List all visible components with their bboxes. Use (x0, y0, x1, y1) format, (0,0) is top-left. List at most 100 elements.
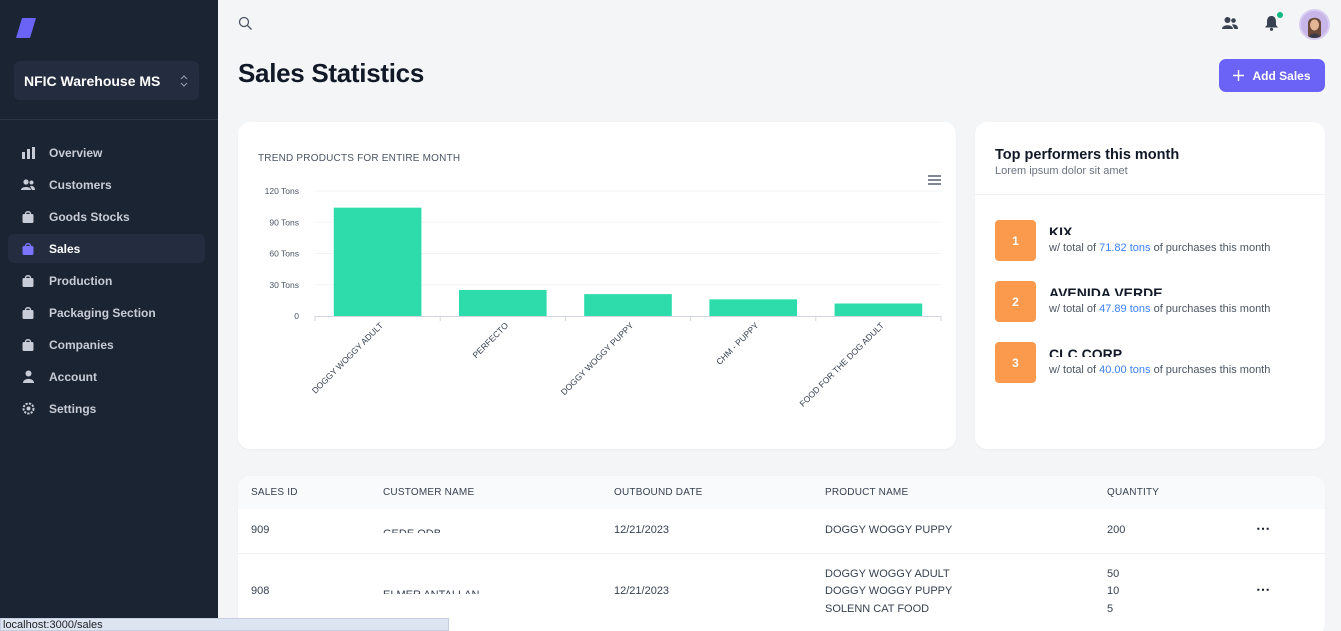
add-sales-button[interactable]: Add Sales (1219, 59, 1325, 92)
x-tick-label: DOGGY WOGGY PUPPY (559, 320, 636, 397)
product-name-cell: DOGGY WOGGY PUPPY (825, 585, 953, 597)
quantity-cell: 200 (1107, 524, 1126, 536)
plus-icon (1233, 70, 1245, 81)
sidebar-nav: Overview Customers Goods Stocks Sales Pr… (8, 138, 205, 426)
sidebar-item-label: Packaging Section (49, 305, 156, 320)
gear-icon (21, 402, 35, 416)
sidebar-item-label: Customers (49, 177, 112, 192)
bell-icon[interactable] (1264, 15, 1279, 31)
sidebar-item-settings[interactable]: Settings (8, 394, 205, 423)
avatar-image (1301, 11, 1328, 38)
y-tick-label: 60 Tons (269, 249, 299, 259)
page-title: Sales Statistics (238, 58, 424, 88)
sales-id-cell: 909 (251, 524, 270, 536)
trend-chart-card: TREND PRODUCTS FOR ENTIRE MONTH 0 30 Tons… (238, 122, 956, 449)
sidebar-item-label: Production (49, 273, 113, 288)
performer-amount: 71.82 tons (1099, 242, 1151, 254)
sidebar-item-label: Goods Stocks (49, 209, 130, 224)
add-sales-label: Add Sales (1252, 68, 1311, 83)
sidebar-item-production[interactable]: Production (8, 266, 205, 295)
y-tick-label: 30 Tons (269, 280, 299, 290)
search-icon[interactable] (238, 16, 253, 31)
sidebar-item-label: Overview (49, 145, 103, 160)
performer-amount: 47.89 tons (1099, 303, 1151, 315)
sidebar-item-label: Sales (49, 241, 81, 256)
top-performers-card: Top performers this month Lorem ipsum do… (975, 122, 1325, 449)
column-header-outbound-date[interactable]: OUTBOUND DATE (614, 487, 703, 498)
sidebar-item-customers[interactable]: Customers (8, 170, 205, 199)
performer-name: CLC CORP (1049, 346, 1123, 357)
sales-id-cell: 908 (251, 585, 270, 597)
bar-chart: 0 30 Tons 60 Tons 90 Tons 120 Tons DOGGY WOGG… (265, 186, 942, 409)
browser-status-url: localhost:3000/sales (0, 618, 449, 631)
bar[interactable] (584, 294, 672, 316)
row-actions-menu-icon[interactable]: ⋯ (1256, 581, 1271, 598)
x-tick-label: DOGGY WOGGY ADULT (310, 320, 385, 395)
bag-icon (21, 338, 35, 352)
performer-suffix: of purchases this month (1150, 364, 1271, 376)
sidebar-item-account[interactable]: Account (8, 362, 205, 391)
sidebar-item-label: Account (49, 369, 97, 384)
y-tick-label: 90 Tons (269, 217, 299, 227)
sales-table: SALES ID CUSTOMER NAME OUTBOUND DATE PRO… (238, 476, 1325, 631)
bag-icon (21, 242, 35, 256)
table-header: SALES ID CUSTOMER NAME OUTBOUND DATE PRO… (238, 476, 1325, 509)
quantity-cell: 5 (1107, 603, 1114, 615)
bar[interactable] (333, 207, 422, 316)
bar-chart-icon (21, 146, 35, 160)
column-header-sales-id[interactable]: SALES ID (251, 487, 298, 498)
x-tick-label: CHM - PUPPY (714, 320, 761, 367)
product-name-cell: SOLENN CAT FOOD (825, 603, 930, 615)
performers-subtitle: Lorem ipsum dolor sit amet (995, 165, 1128, 177)
performer-prefix: w/ total of (1049, 242, 1100, 254)
sidebar-item-overview[interactable]: Overview (8, 138, 205, 167)
bar[interactable] (709, 299, 798, 316)
bag-icon (21, 210, 35, 224)
performer-description: w/ total of 40.00 tons of purchases this… (1049, 364, 1270, 376)
sidebar-item-label: Settings (49, 401, 97, 416)
workspace-name: NFIC Warehouse MS (24, 72, 161, 89)
rank-badge: 3 (995, 342, 1036, 383)
users-icon[interactable] (1222, 16, 1238, 30)
row-divider (238, 553, 1325, 554)
chevron-updown-icon (180, 74, 188, 87)
performer-prefix: w/ total of (1049, 303, 1100, 315)
performer-prefix: w/ total of (1049, 364, 1100, 376)
sidebar-item-companies[interactable]: Companies (8, 330, 205, 359)
sidebar-divider (0, 119, 218, 120)
column-header-quantity[interactable]: QUANTITY (1107, 487, 1159, 498)
quantity-cell: 10 (1107, 585, 1120, 597)
row-actions-menu-icon[interactable]: ⋯ (1256, 520, 1271, 537)
workspace-select[interactable]: NFIC Warehouse MS (14, 61, 199, 100)
logo-icon[interactable] (16, 17, 36, 39)
product-name-cell: DOGGY WOGGY ADULT (825, 568, 950, 580)
performer-row[interactable]: 3 CLC CORP w/ total of 40.00 tons of pur… (995, 342, 1315, 384)
x-tick-label: FOOD FOR THE DOG ADULT (797, 320, 885, 408)
performer-suffix: of purchases this month (1150, 303, 1271, 315)
rank-badge: 1 (995, 220, 1036, 261)
column-header-product-name[interactable]: PRODUCT NAME (825, 487, 908, 498)
sidebar-item-goods-stocks[interactable]: Goods Stocks (8, 202, 205, 231)
sidebar: NFIC Warehouse MS Overview Customers Goo… (0, 0, 218, 631)
column-header-customer-name[interactable]: CUSTOMER NAME (383, 487, 474, 498)
performers-title: Top performers this month (995, 147, 1180, 163)
avatar[interactable] (1299, 9, 1330, 40)
x-tick-label: PERFECTO (471, 320, 511, 360)
user-icon (21, 370, 35, 384)
outbound-date-cell: 12/21/2023 (614, 524, 670, 536)
performer-row[interactable]: 2 AVENIDA VERDE w/ total of 47.89 tons o… (995, 281, 1315, 323)
performers-divider (975, 194, 1325, 195)
sidebar-item-packaging-section[interactable]: Packaging Section (8, 298, 205, 327)
performer-name: KIX (1049, 224, 1073, 235)
bar[interactable] (834, 303, 923, 317)
rank-badge: 2 (995, 281, 1036, 322)
customer-name-cell: ELMER ANTALLAN (383, 588, 479, 594)
performer-row[interactable]: 1 KIX w/ total of 71.82 tons of purchase… (995, 220, 1315, 262)
users-icon (21, 178, 35, 192)
performer-suffix: of purchases this month (1150, 242, 1271, 254)
performer-description: w/ total of 71.82 tons of purchases this… (1049, 242, 1270, 254)
y-tick-label: 0 (294, 311, 299, 321)
sidebar-item-sales[interactable]: Sales (8, 234, 205, 263)
bar[interactable] (458, 289, 547, 316)
product-name-cell: DOGGY WOGGY PUPPY (825, 524, 953, 536)
